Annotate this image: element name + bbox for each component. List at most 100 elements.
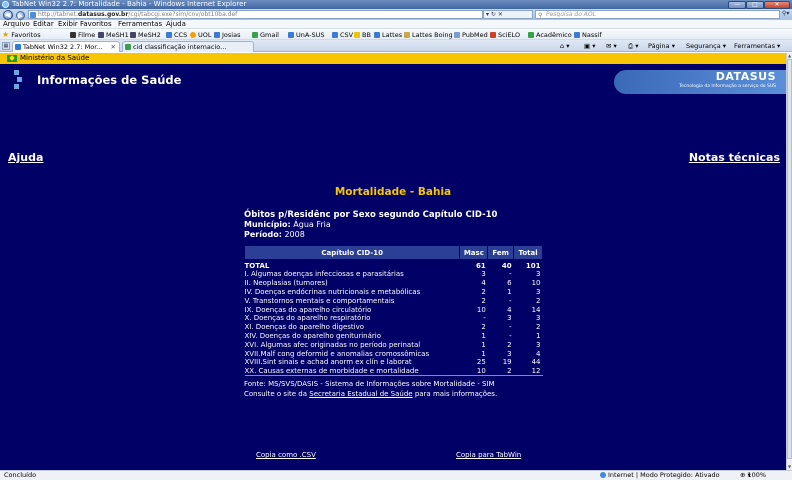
security-menu[interactable]: Segurança ▾ <box>686 41 726 51</box>
row-value: 10 <box>531 279 541 288</box>
fav-label: Lattes Boing <box>412 31 453 39</box>
favorites-bar: ★ Favoritos Filme MeSH1 MeSH2 CCS UOL Jo… <box>0 30 792 40</box>
row-label: V. Transtornos mentais e comportamentais <box>244 296 395 305</box>
menu-favoritos[interactable]: Favoritos <box>80 20 112 29</box>
column-header: Fem <box>487 245 515 260</box>
table-row: XIV. Doenças do aparelho geniturinário 1 -… <box>245 332 543 341</box>
table-row: XI. Doenças do aparelho digestivo 2 - 2 <box>245 323 543 332</box>
fav-label: Filme <box>78 31 96 39</box>
row-value: 1 <box>481 349 486 358</box>
fav-nassif[interactable]: Nassif <box>574 30 602 40</box>
fav-academico[interactable]: Acadêmico <box>528 30 572 40</box>
fav-ccs[interactable]: CCS <box>166 30 187 40</box>
scroll-down-icon[interactable]: ▼ <box>787 464 792 469</box>
close-tab-icon[interactable]: ✕ <box>111 42 116 52</box>
row-value: 2 <box>536 323 541 332</box>
datasus-logo[interactable]: DATASUS Tecnologia da Informação a servi… <box>614 70 786 94</box>
google-icon <box>125 44 131 50</box>
table-row: XVII.Malf cong deformid e anomalias crom… <box>245 349 543 358</box>
row-value: 4 <box>536 349 541 358</box>
fav-una-sus[interactable]: UnA-SUS <box>288 30 325 40</box>
print-button[interactable]: ⎙ ▾ <box>628 41 639 51</box>
forward-button[interactable]: ▶ <box>16 11 25 20</box>
pubmed-icon <box>454 32 460 38</box>
gov-label[interactable]: Ministério da Saúde <box>20 53 89 64</box>
fav-bb[interactable]: BB <box>354 30 371 40</box>
fav-mesh2[interactable]: MeSH2 <box>130 30 161 40</box>
home-button[interactable]: ⌂ ▾ <box>560 41 569 51</box>
menu-ferramentas[interactable]: Ferramentas <box>118 20 162 29</box>
periodo-value: 2008 <box>284 230 305 239</box>
maximize-button[interactable]: □ <box>746 1 764 9</box>
copy-tabwin-link[interactable]: Copia para TabWin <box>456 451 521 459</box>
copy-csv-link[interactable]: Copia como .CSV <box>256 451 316 459</box>
ie-page-icon <box>288 32 294 38</box>
row-value: 40 <box>501 262 512 270</box>
quick-tabs-button[interactable]: ▦ <box>2 42 10 50</box>
fav-lattes-boing[interactable]: Lattes Boing <box>404 30 453 40</box>
scroll-thumb[interactable] <box>787 59 792 459</box>
footnote: Fonte: MS/SVS/DASIS - Sistema de Informa… <box>244 379 564 399</box>
row-value: 6 <box>507 279 512 288</box>
fav-filme[interactable]: Filme <box>70 30 95 40</box>
favorites-button[interactable]: ★ Favoritos <box>2 30 41 40</box>
search-go-button[interactable]: ⚲▾ <box>782 10 790 19</box>
address-controls[interactable]: ▾ ↻ ✕ <box>483 10 533 19</box>
address-row: ◀ ▶ http://tabnet.datasus.gov.br/cgi/tab… <box>0 9 792 20</box>
menu-ajuda[interactable]: Ajuda <box>166 20 186 29</box>
vertical-scrollbar[interactable]: ▲ ▼ <box>786 53 792 470</box>
feeds-button[interactable]: ▣ ▾ <box>584 41 595 51</box>
fav-mesh1[interactable]: MeSH1 <box>98 30 129 40</box>
row-label: XVIII.Sint sinais e achad anorm ex clín … <box>244 358 412 367</box>
row-value: 4 <box>507 305 512 314</box>
row-value: 3 <box>507 314 512 323</box>
table-row: XVIII.Sint sinais e achad anorm ex clín … <box>245 358 543 367</box>
page-menu[interactable]: Página ▾ <box>648 41 675 51</box>
menu-exibir[interactable]: Exibir <box>58 20 78 29</box>
minimize-button[interactable]: — <box>728 1 746 9</box>
fav-uol[interactable]: UOL <box>190 30 212 40</box>
fav-josias[interactable]: Josias <box>214 30 240 40</box>
fav-csv[interactable]: CSV <box>332 30 353 40</box>
municipio-value: Água Fria <box>293 220 331 229</box>
ie-page-icon <box>574 32 580 38</box>
technical-notes-link[interactable]: Notas técnicas <box>689 151 780 164</box>
fav-label: UnA-SUS <box>296 31 325 39</box>
fav-label: BB <box>362 31 371 39</box>
menu-arquivo[interactable]: Arquivo <box>3 20 30 29</box>
mail-button[interactable]: ✉ ▾ <box>606 41 617 51</box>
close-button[interactable]: ✕ <box>764 1 790 9</box>
window-titlebar: TabNet Win32 2.7: Mortalidade - Bahia - … <box>0 0 792 9</box>
row-value: 10 <box>459 366 488 377</box>
zoom-control[interactable]: ⊕ 100% ▾ <box>740 471 766 480</box>
footnote-text: para mais informações. <box>412 390 498 398</box>
fav-gmail[interactable]: Gmail <box>252 30 279 40</box>
ie-page-icon <box>15 44 21 50</box>
menu-editar[interactable]: Editar <box>33 20 54 29</box>
footnote-text: Consulte o site da <box>244 390 310 398</box>
report-header: Óbitos p/Residênc por Sexo segundo Capít… <box>244 210 544 240</box>
url-prefix: http://tabnet. <box>38 11 78 18</box>
site-brand: Informações de Saúde <box>37 73 182 87</box>
tab-cid[interactable]: cid classificação internacio... <box>122 41 254 52</box>
back-button[interactable]: ◀ <box>3 10 13 20</box>
row-value: 101 <box>525 262 541 270</box>
column-header: Capítulo CID-10 <box>243 245 461 260</box>
row-label: XVI. Algumas afec originadas no período … <box>244 340 421 349</box>
ie-page-icon <box>374 32 380 38</box>
search-input[interactable]: ⚲ Pesquisa do AOL <box>535 10 780 19</box>
fav-pubmed[interactable]: PubMed <box>454 30 488 40</box>
tab-tabnet[interactable]: TabNet Win32 2.7: Mor... ✕ <box>12 41 120 52</box>
row-value: 1 <box>481 331 486 340</box>
secretaria-link[interactable]: Secretaria Estadual de Saúde <box>309 390 412 398</box>
scroll-up-icon[interactable]: ▲ <box>787 53 792 58</box>
footnote-source: Fonte: MS/SVS/DASIS - Sistema de Informa… <box>244 380 495 388</box>
tools-menu[interactable]: Ferramentas ▾ <box>734 41 780 51</box>
fav-scielo[interactable]: SciELO <box>490 30 520 40</box>
help-link[interactable]: Ajuda <box>8 151 43 164</box>
row-value: 2 <box>481 287 486 296</box>
address-field[interactable]: http://tabnet.datasus.gov.br/cgi/tabcgi.… <box>28 10 483 19</box>
row-value: 3 <box>536 287 541 296</box>
row-value: - <box>509 296 512 305</box>
fav-lattes[interactable]: Lattes <box>374 30 402 40</box>
